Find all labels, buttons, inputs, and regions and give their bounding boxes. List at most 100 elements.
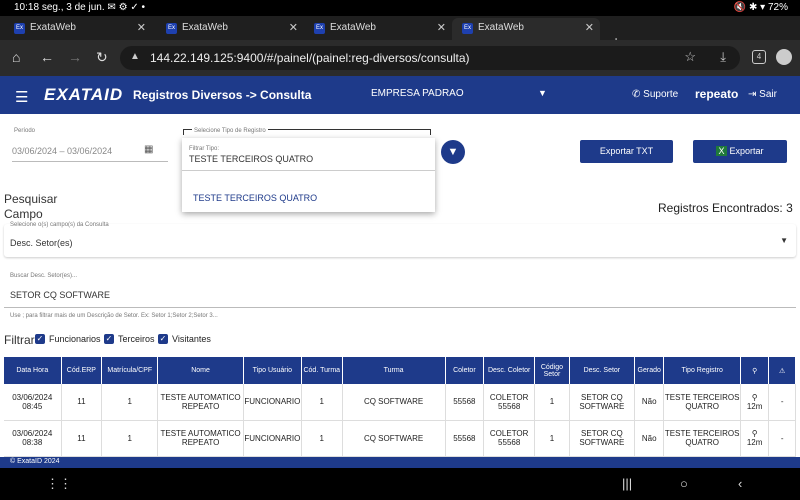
col-header[interactable]: Data Hora [4,357,62,384]
visitantes-label: Visitantes [172,334,211,344]
search-heading: Pesquisar Campo [4,192,58,221]
cell-user-type: FUNCIONARIO [243,384,302,421]
col-header[interactable]: Turma [342,357,446,384]
excel-icon: X [716,146,727,156]
back-nav-icon[interactable]: ‹ [738,476,742,491]
cell-register-type: TESTE TERCEIROS QUATRO [663,384,741,421]
funcionarios-checkbox[interactable]: ✓ [35,334,45,344]
cell-collector: 55568 [445,420,485,457]
bookmark-icon[interactable]: ☆ [684,49,696,65]
col-header[interactable]: Nome [157,357,244,384]
recents-icon[interactable]: ||| [622,476,632,491]
reload-icon[interactable]: ↻ [96,49,108,66]
browser-tab[interactable]: Ex ExataWeb ✕ [156,18,304,40]
chevron-down-icon[interactable]: ▼ [780,236,788,245]
close-icon[interactable]: ✕ [137,21,146,34]
table-header-row: Data Hora Cód.ERP Matrícula/CPF Nome Tip… [4,357,796,384]
cell-location[interactable]: ⚲ 12m [740,384,770,421]
apps-grid-icon[interactable]: ⋮⋮ [46,476,72,492]
query-fields-select[interactable]: Selecione o(s) campo(s) da Consulta Desc… [4,222,796,257]
col-header[interactable]: Desc. Coletor [483,357,536,384]
forward-icon[interactable]: → [68,49,82,65]
records-found: Registros Encontrados: 3 [658,201,793,215]
system-nav-bar: ⋮⋮ ||| ○ ‹ [0,468,800,500]
favicon-icon: Ex [462,23,473,34]
search-hint: Use ; para filtrar mais de um Descrição … [10,313,218,319]
company-select[interactable]: EMPRESA PADRAO [371,88,464,99]
home-icon[interactable]: ⌂ [12,49,20,65]
visitantes-checkbox[interactable]: ✓ [158,334,168,344]
cell-user-type: FUNCIONARIO [243,420,302,457]
browser-tab-active[interactable]: Ex ExataWeb ✕ [452,18,600,40]
warning-icon: ⚠ [768,357,796,384]
col-header[interactable]: Tipo Registro [663,357,741,384]
col-header[interactable]: Cód.ERP [61,357,103,384]
query-fields-value: Desc. Setor(es) [10,238,73,248]
favicon-icon: Ex [314,23,325,34]
sector-search-input[interactable]: Buscar Desc. Setor(es)... SETOR CQ SOFTW… [4,270,796,308]
tab-count-icon[interactable]: 4 [752,50,766,64]
filter-type-label: Filtrar Tipo: [189,146,220,152]
col-header[interactable]: Matrícula/CPF [101,357,159,384]
pin-icon[interactable]: ⚲ [752,393,758,402]
col-header[interactable]: Código Setor [534,357,570,384]
cell-location[interactable]: ⚲ 12m [740,420,770,457]
col-header[interactable]: Cód. Turma [301,357,343,384]
cell-register-type: TESTE TERCEIROS QUATRO [663,420,741,457]
sector-search-value: SETOR CQ SOFTWARE [10,290,111,300]
browser-menu-icon[interactable] [776,49,792,65]
query-fields-label: Selecione o(s) campo(s) da Consulta [10,222,109,228]
app-footer: © ExataID 2024 [0,457,800,468]
export-txt-button[interactable]: Exportar TXT [580,140,673,163]
register-type-label: Selecione Tipo de Registro [192,128,268,134]
close-icon[interactable]: ✕ [437,21,446,34]
close-icon[interactable]: ✕ [289,21,298,34]
filter-label: Filtrar [4,333,35,347]
cell-collector-desc: COLETOR 55568 [483,420,536,457]
export-button[interactable]: X Exportar [693,140,787,163]
cell-class: CQ SOFTWARE [342,420,446,457]
dropdown-option[interactable]: TESTE TERCEIROS QUATRO [193,193,317,203]
browser-tab[interactable]: Ex ExataWeb ✕ [304,18,452,40]
home-circle-icon[interactable]: ○ [680,476,688,491]
address-bar-row: ⌂ ← → ↻ ▲ 144.22.149.125:9400/#/painel/(… [0,40,800,76]
download-icon[interactable]: ⤓ [720,49,726,65]
cell-matricula: 1 [101,384,159,421]
cell-class: CQ SOFTWARE [342,384,446,421]
cell-name: TESTE AUTOMATICO REPEATO [157,384,244,421]
calendar-icon[interactable]: ▦ [144,144,153,155]
cell-sector-desc: SETOR CQ SOFTWARE [569,384,635,421]
system-status-bar: 10:18 seg., 3 de jun. ✉ ⚙ ✓ • 🔇 ✱ ▾ 72% [0,0,800,16]
cell-class-code: 1 [301,384,343,421]
col-header[interactable]: Desc. Setor [569,357,635,384]
status-time: 10:18 seg., 3 de jun. ✉ ⚙ ✓ • [14,2,145,13]
divider [182,170,435,171]
location-icon: ⚲ [740,357,770,384]
col-header[interactable]: Coletor [445,357,485,384]
menu-icon[interactable]: ☰ [15,88,28,106]
pin-icon[interactable]: ⚲ [752,429,758,438]
cell-sector-code: 1 [534,384,570,421]
table-row[interactable]: 03/06/2024 08:38 11 1 TESTE AUTOMATICO R… [4,420,796,457]
logout-button[interactable]: ⇥ Sair [748,89,777,100]
col-header[interactable]: Gerado [634,357,665,384]
col-header[interactable]: Tipo Usuário [243,357,302,384]
site-info-icon[interactable]: ▲ [130,51,140,62]
cell-erp: 11 [61,384,103,421]
cell-warning: - [768,384,796,421]
table-row[interactable]: 03/06/2024 08:45 11 1 TESTE AUTOMATICO R… [4,384,796,421]
url-field[interactable]: ▲ 144.22.149.125:9400/#/painel/(painel:r… [120,46,740,70]
page-title: Registros Diversos -> Consulta [133,88,312,102]
records-table: Data Hora Cód.ERP Matrícula/CPF Nome Tip… [4,357,796,457]
browser-tab[interactable]: Ex ExataWeb ✕ [4,18,152,40]
close-icon[interactable]: ✕ [585,21,594,34]
filter-type-input[interactable]: TESTE TERCEIROS QUATRO [189,154,313,164]
cell-matricula: 1 [101,420,159,457]
filter-button[interactable]: ▼ [441,140,465,164]
cell-datetime: 03/06/2024 08:38 [4,420,62,457]
support-link[interactable]: ✆ Suporte [632,89,678,100]
back-icon[interactable]: ← [40,49,54,65]
terceiros-checkbox[interactable]: ✓ [104,334,114,344]
cell-class-code: 1 [301,420,343,457]
chevron-down-icon[interactable]: ▼ [538,88,547,98]
